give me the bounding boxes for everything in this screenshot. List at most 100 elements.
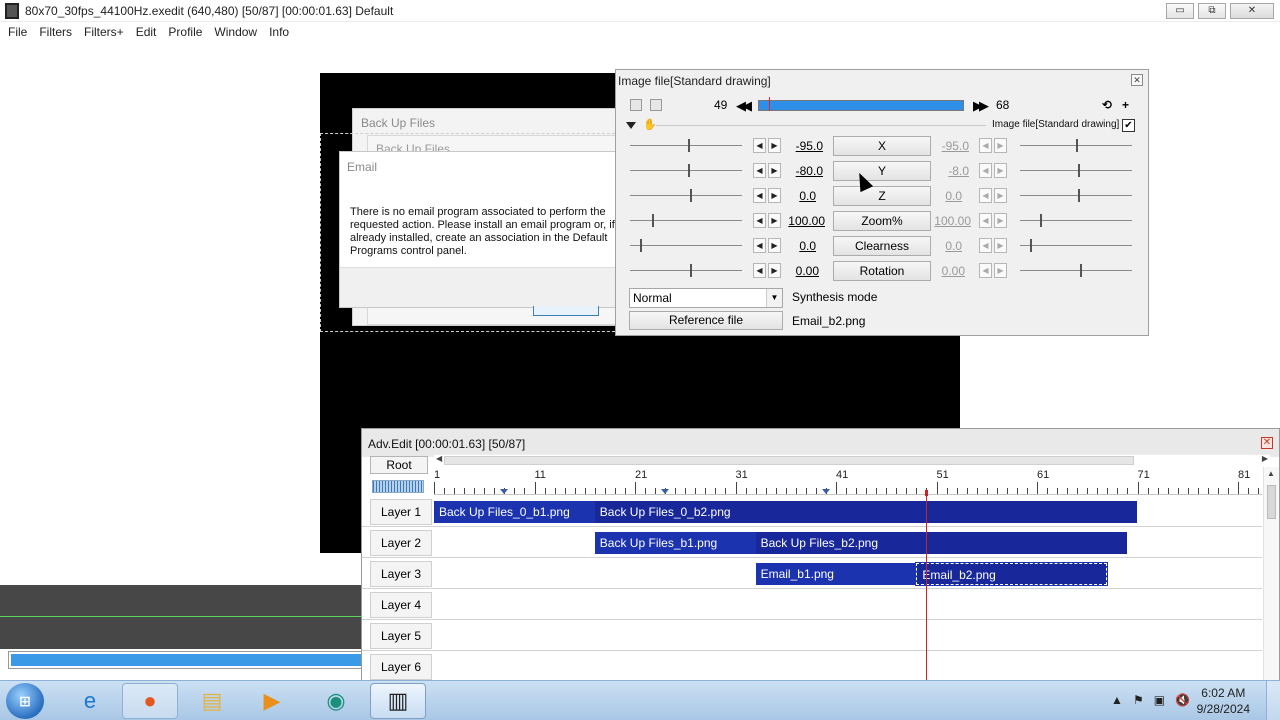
layer-row[interactable]: Layer 3 Email_b1.png Email_b2.png bbox=[362, 558, 1262, 589]
rotation-right-increment[interactable]: ▶ bbox=[994, 263, 1007, 278]
menu-filters[interactable]: Filters bbox=[33, 25, 78, 39]
playhead-line[interactable] bbox=[926, 493, 928, 681]
vscroll-thumb[interactable] bbox=[1267, 485, 1276, 519]
clearness-left-slider[interactable] bbox=[630, 239, 742, 252]
zoom-left-decrement[interactable]: ◀ bbox=[753, 213, 766, 228]
scroll-left-icon[interactable]: ◀ bbox=[436, 454, 442, 463]
aviutl-icon[interactable]: ▥ bbox=[370, 683, 426, 719]
jump-end-icon[interactable]: ▶▶ bbox=[973, 98, 989, 114]
clock[interactable]: 6:02 AM 9/28/2024 bbox=[1197, 685, 1250, 717]
x-right-decrement[interactable]: ◀ bbox=[979, 138, 992, 153]
root-button[interactable]: Root bbox=[370, 456, 428, 474]
layer-row[interactable]: Layer 1 Back Up Files_0_b1.png Back Up Fil… bbox=[362, 496, 1262, 527]
timeline-clip[interactable]: Back Up Files_0_b1.png bbox=[434, 501, 595, 523]
timeline-clip[interactable]: Email_b1.png bbox=[755, 563, 917, 585]
x-left-value[interactable]: -95.0 bbox=[775, 139, 823, 153]
z-right-value[interactable]: 0.0 bbox=[914, 189, 962, 203]
minimize-button[interactable]: ▭ bbox=[1166, 3, 1194, 19]
y-right-increment[interactable]: ▶ bbox=[994, 163, 1007, 178]
explorer-icon[interactable]: ▤ bbox=[184, 683, 240, 719]
object-enable-checkbox[interactable]: ✔ bbox=[1122, 119, 1135, 132]
hand-icon[interactable]: ✋ bbox=[643, 118, 657, 131]
menu-file[interactable]: File bbox=[2, 25, 33, 39]
zoom-param-button[interactable]: Zoom% bbox=[833, 211, 931, 231]
start-button[interactable]: ⊞ bbox=[6, 683, 44, 719]
z-left-decrement[interactable]: ◀ bbox=[753, 188, 766, 203]
settings-icon[interactable]: ⟲ bbox=[1102, 98, 1112, 112]
menu-info[interactable]: Info bbox=[263, 25, 295, 39]
z-right-decrement[interactable]: ◀ bbox=[979, 188, 992, 203]
timeline-ruler[interactable]: 1 11 21 31 41 51 61 71 81 bbox=[434, 467, 1262, 495]
y-param-button[interactable]: Y bbox=[833, 161, 931, 181]
clearness-right-decrement[interactable]: ◀ bbox=[979, 238, 992, 253]
zoom-left-value[interactable]: 100.00 bbox=[777, 214, 825, 228]
layer-label[interactable]: Layer 1 bbox=[370, 499, 432, 525]
midpoint-marker[interactable] bbox=[661, 489, 670, 494]
y-left-value[interactable]: -80.0 bbox=[775, 164, 823, 178]
rotation-right-slider[interactable] bbox=[1020, 264, 1132, 277]
y-right-value[interactable]: -8.0 bbox=[921, 164, 969, 178]
timeline-vscrollbar[interactable]: ▲ bbox=[1263, 467, 1279, 681]
show-hidden-icon[interactable]: ▲ bbox=[1111, 693, 1123, 707]
z-right-increment[interactable]: ▶ bbox=[994, 188, 1007, 203]
timeline-clip[interactable]: Back Up Files_b2.png bbox=[755, 532, 1128, 554]
show-desktop-button[interactable] bbox=[1266, 681, 1280, 720]
hscroll-thumb[interactable] bbox=[444, 456, 1134, 465]
zoom-right-slider[interactable] bbox=[1020, 214, 1132, 227]
maximize-button[interactable]: ⧉ bbox=[1198, 3, 1226, 19]
clearness-right-slider[interactable] bbox=[1020, 239, 1132, 252]
x-left-slider[interactable] bbox=[630, 139, 742, 152]
ie-icon[interactable]: e bbox=[62, 683, 118, 719]
rotation-right-decrement[interactable]: ◀ bbox=[979, 263, 992, 278]
x-left-decrement[interactable]: ◀ bbox=[753, 138, 766, 153]
x-right-value[interactable]: -95.0 bbox=[921, 139, 969, 153]
layer-row[interactable]: Layer 6 bbox=[362, 651, 1262, 681]
clearness-right-increment[interactable]: ▶ bbox=[994, 238, 1007, 253]
midpoint-marker[interactable] bbox=[821, 489, 830, 494]
layer-row[interactable]: Layer 5 bbox=[362, 620, 1262, 651]
preview-selection-box[interactable] bbox=[320, 133, 620, 332]
properties-close-icon[interactable]: ✕ bbox=[1131, 74, 1143, 86]
y-left-decrement[interactable]: ◀ bbox=[753, 163, 766, 178]
y-right-decrement[interactable]: ◀ bbox=[979, 163, 992, 178]
layer-label[interactable]: Layer 3 bbox=[370, 561, 432, 587]
frame-range-track[interactable] bbox=[758, 97, 964, 111]
timeline-clip[interactable]: Email_b2.png bbox=[915, 562, 1109, 586]
blend-mode-select[interactable]: Normal ▼ bbox=[629, 288, 783, 308]
clearness-right-value[interactable]: 0.0 bbox=[914, 239, 962, 253]
volume-muted-icon[interactable]: 🔇 bbox=[1175, 693, 1190, 707]
rotation-left-value[interactable]: 0.00 bbox=[771, 264, 819, 278]
reference-file-button[interactable]: Reference file bbox=[629, 311, 783, 330]
timeline-zoom-bar[interactable] bbox=[372, 480, 424, 493]
camera-icon[interactable] bbox=[630, 99, 642, 111]
collapse-icon[interactable] bbox=[626, 122, 636, 129]
layer-label[interactable]: Layer 6 bbox=[370, 654, 432, 680]
zoom-left-slider[interactable] bbox=[630, 214, 742, 227]
zoom-right-decrement[interactable]: ◀ bbox=[979, 213, 992, 228]
zoom-right-increment[interactable]: ▶ bbox=[994, 213, 1007, 228]
layer-label[interactable]: Layer 2 bbox=[370, 530, 432, 556]
x-right-increment[interactable]: ▶ bbox=[994, 138, 1007, 153]
z-left-slider[interactable] bbox=[630, 189, 742, 202]
action-center-icon[interactable]: ⚑ bbox=[1133, 693, 1144, 707]
midpoint-marker[interactable] bbox=[500, 489, 509, 494]
y-right-slider[interactable] bbox=[1020, 164, 1132, 177]
edge-icon[interactable]: ◉ bbox=[308, 683, 364, 719]
x-param-button[interactable]: X bbox=[833, 136, 931, 156]
timeline-clip[interactable]: Back Up Files_b1.png bbox=[594, 532, 756, 554]
scroll-right-icon[interactable]: ▶ bbox=[1262, 454, 1268, 463]
timeline-close-icon[interactable]: ✕ bbox=[1261, 437, 1273, 449]
close-button[interactable]: ✕ bbox=[1230, 3, 1274, 19]
x-right-slider[interactable] bbox=[1020, 139, 1132, 152]
add-filter-icon[interactable]: + bbox=[1122, 98, 1129, 112]
layer-row[interactable]: Layer 2 Back Up Files_b1.png Back Up Files… bbox=[362, 527, 1262, 558]
layer-label[interactable]: Layer 4 bbox=[370, 592, 432, 618]
y-left-slider[interactable] bbox=[630, 164, 742, 177]
layer-row[interactable]: Layer 4 bbox=[362, 589, 1262, 620]
menu-filters-plus[interactable]: Filters+ bbox=[78, 25, 130, 39]
chevron-down-icon[interactable]: ▼ bbox=[766, 289, 782, 307]
rotation-right-value[interactable]: 0.00 bbox=[917, 264, 965, 278]
menu-window[interactable]: Window bbox=[208, 25, 263, 39]
timeline-hscrollbar[interactable]: ◀ ▶ bbox=[434, 454, 1270, 466]
network-icon[interactable]: ▣ bbox=[1154, 693, 1165, 707]
